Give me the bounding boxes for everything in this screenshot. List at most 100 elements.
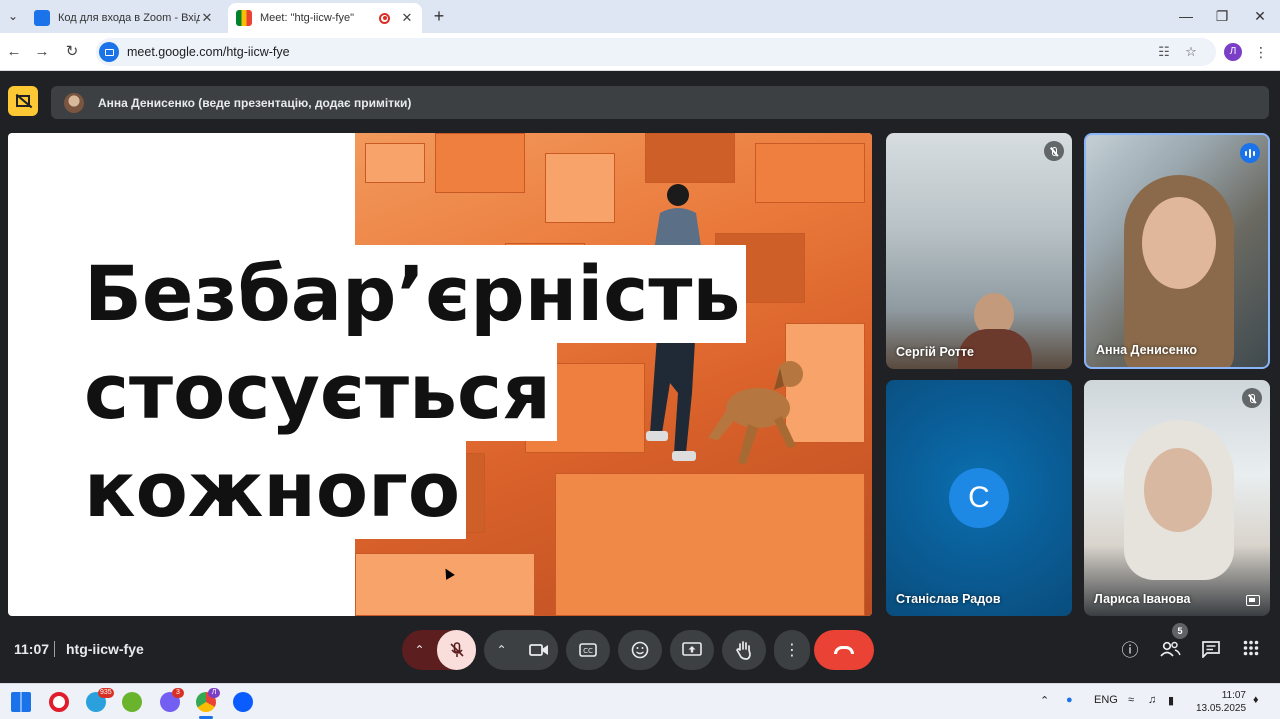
mail-favicon-icon xyxy=(34,10,50,26)
divider xyxy=(54,641,55,657)
camera-control-group: ⌃ xyxy=(484,630,558,670)
participant-tile[interactable]: Анна Денисенко xyxy=(1084,133,1270,369)
people-count-badge: 5 xyxy=(1172,623,1188,639)
svg-text:CC: CC xyxy=(583,647,593,655)
minimize-icon[interactable]: — xyxy=(1172,6,1200,26)
dog-figure xyxy=(708,361,803,464)
window-close-icon[interactable]: ✕ xyxy=(1246,6,1274,26)
meet-stage: Анна Денисенко (веде презентацію, додає … xyxy=(0,72,1280,683)
meeting-info-icon[interactable]: ⓘ xyxy=(1119,640,1141,662)
participant-tile[interactable]: С Станіслав Радов xyxy=(886,380,1072,616)
new-tab-plus-icon[interactable]: + xyxy=(429,6,449,26)
mic-options-chevron-icon[interactable]: ⌃ xyxy=(402,643,437,657)
presenter-banner-text: Анна Денисенко (веде презентацію, додає … xyxy=(98,95,412,110)
forward-arrow-icon[interactable]: → xyxy=(32,42,52,62)
slide-title: Безбар’єрність стосується кожного xyxy=(84,245,747,539)
translate-icon[interactable]: ☷ xyxy=(1154,38,1174,66)
browser-menu-icon[interactable]: ⋮ xyxy=(1254,42,1268,62)
os-taskbar: 935 3 Л ⌃ ● ENG ≈ ♫ ▮ 11:07 13.05.2025 ♦ xyxy=(0,683,1280,719)
maximize-icon[interactable]: ❐ xyxy=(1208,6,1236,26)
zoom-icon[interactable] xyxy=(233,692,253,712)
viber-badge: 3 xyxy=(172,688,184,698)
activities-grid-icon[interactable] xyxy=(1240,640,1262,662)
presentation-slide: Безбар’єрність стосується кожного xyxy=(8,133,872,616)
participant-name: Лариса Іванова xyxy=(1094,592,1191,606)
speaking-indicator-icon xyxy=(1240,143,1260,163)
pip-icon[interactable] xyxy=(1246,595,1260,606)
utorrent-icon[interactable] xyxy=(122,692,142,712)
raise-hand-button[interactable] xyxy=(722,630,766,670)
tab-title: Код для входа в Zoom - Вхідні xyxy=(58,12,200,24)
tab-strip: ⌄ Код для входа в Zoom - Вхідні ✕ Meet: … xyxy=(0,0,1280,33)
participant-avatar: С xyxy=(949,468,1009,528)
people-glyph xyxy=(1160,641,1181,657)
close-icon[interactable]: ✕ xyxy=(400,10,414,26)
camera-icon xyxy=(528,644,548,656)
slide-title-line: кожного xyxy=(84,441,467,539)
chrome-profile-badge: Л xyxy=(208,688,220,698)
presenter-banner: Анна Денисенко (веде презентацію, додає … xyxy=(51,86,1269,119)
slide-title-line: стосується xyxy=(84,343,557,441)
bookmark-star-icon[interactable]: ☆ xyxy=(1181,38,1201,66)
more-vert-icon: ⋮ xyxy=(784,642,800,659)
mic-toggle-button[interactable] xyxy=(437,630,476,670)
back-arrow-icon[interactable]: ← xyxy=(4,42,24,62)
battery-icon[interactable]: ▮ xyxy=(1168,694,1174,707)
mic-off-icon xyxy=(449,642,464,657)
tray-time: 11:07 xyxy=(1221,690,1246,701)
meeting-code: htg-iicw-fye xyxy=(66,641,144,657)
hang-up-icon xyxy=(834,646,854,654)
hand-icon xyxy=(736,641,751,660)
presenter-avatar xyxy=(64,92,84,113)
slide-title-line: Безбар’єрність xyxy=(84,245,747,343)
address-bar[interactable]: meet.google.com/htg-iicw-fye ☷ ☆ xyxy=(96,38,1216,66)
end-call-button[interactable] xyxy=(814,630,874,670)
tray-date: 13.05.2025 xyxy=(1196,703,1247,714)
participant-name: Сергій Ротте xyxy=(896,345,974,359)
tray-overflow-chevron-icon[interactable]: ⌃ xyxy=(1040,694,1049,707)
participant-name: Анна Денисенко xyxy=(1096,343,1197,357)
tab-zoom-code[interactable]: Код для входа в Zoom - Вхідні ✕ xyxy=(26,3,222,33)
captions-icon: CC xyxy=(579,643,597,657)
chat-icon[interactable] xyxy=(1200,640,1222,662)
stop-presentation-icon[interactable] xyxy=(8,86,38,116)
mic-off-icon xyxy=(1044,141,1064,161)
wifi-icon[interactable]: ≈ xyxy=(1128,694,1134,706)
telegram-badge: 935 xyxy=(98,688,114,698)
more-options-button[interactable]: ⋮ xyxy=(774,630,810,670)
windows-start-icon[interactable] xyxy=(11,692,31,712)
camera-toggle-button[interactable] xyxy=(519,630,558,670)
present-screen-button[interactable] xyxy=(670,630,714,670)
people-icon[interactable] xyxy=(1159,640,1181,662)
chat-glyph xyxy=(1202,641,1220,660)
camera-options-chevron-icon[interactable]: ⌃ xyxy=(484,643,519,657)
notifications-bell-icon[interactable]: ♦ xyxy=(1253,694,1259,706)
tab-title: Meet: "htg-iicw-fye" xyxy=(260,12,354,24)
site-info-icon[interactable] xyxy=(99,42,119,62)
participant-tile[interactable]: Лариса Іванова xyxy=(1084,380,1270,616)
language-indicator[interactable]: ENG xyxy=(1094,694,1118,706)
mic-off-icon xyxy=(1242,388,1262,408)
browser-toolbar: ← → ↻ meet.google.com/htg-iicw-fye ☷ ☆ Л… xyxy=(0,33,1280,71)
present-screen-icon xyxy=(682,642,702,656)
participant-tile[interactable]: Сергій Ротте xyxy=(886,133,1072,369)
recording-icon xyxy=(379,12,390,24)
volume-icon[interactable]: ♫ xyxy=(1148,694,1156,706)
tab-search-chevron-icon[interactable]: ⌄ xyxy=(3,6,23,26)
mic-control-group: ⌃ xyxy=(402,630,476,670)
emoji-icon xyxy=(631,641,649,659)
url-text: meet.google.com/htg-iicw-fye xyxy=(127,45,290,59)
microphone-tray-icon[interactable]: ● xyxy=(1066,694,1073,706)
reload-icon[interactable]: ↻ xyxy=(62,42,82,62)
close-icon[interactable]: ✕ xyxy=(200,10,214,26)
meeting-clock: 11:07 xyxy=(14,641,50,657)
captions-button[interactable]: CC xyxy=(566,630,610,670)
meet-favicon-icon xyxy=(236,10,252,26)
grid-glyph xyxy=(1243,640,1259,656)
participant-name: Станіслав Радов xyxy=(896,592,1001,606)
tray-clock[interactable]: 11:07 13.05.2025 xyxy=(1196,689,1246,715)
reactions-button[interactable] xyxy=(618,630,662,670)
opera-icon[interactable] xyxy=(49,692,69,712)
tab-meet[interactable]: Meet: "htg-iicw-fye" ✕ xyxy=(228,3,422,33)
profile-avatar[interactable]: Л xyxy=(1224,43,1242,61)
